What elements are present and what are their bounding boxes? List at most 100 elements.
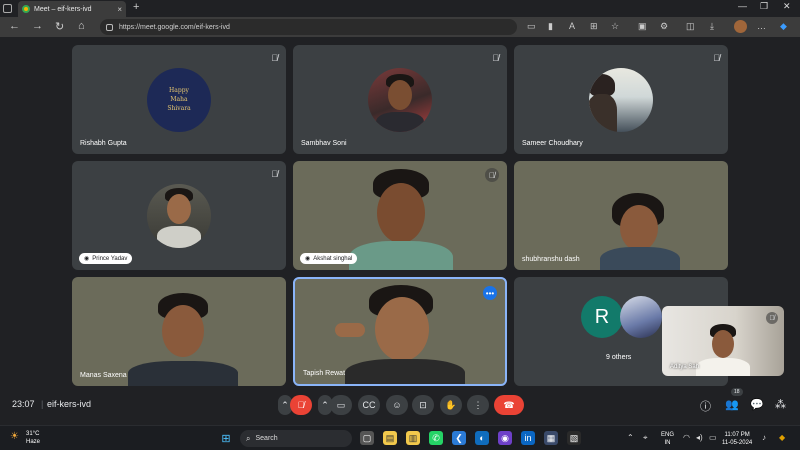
translate-icon[interactable]: ⊞ [590,21,598,32]
date: 11-05-2024 [722,440,753,446]
folder-icon[interactable]: ▥ [406,431,420,445]
weather-condition: Haze [26,439,41,445]
address-bar[interactable]: https://meet.google.com/eif-kers-ivd [100,19,517,35]
profile-avatar[interactable] [734,20,747,33]
edge-icon[interactable]: ◐ [475,431,489,445]
browser-tab-meet[interactable]: Meet – eif-kers-ivd × [18,1,126,17]
vscode-icon[interactable]: ❮ [452,431,466,445]
avatar: R [581,296,623,338]
github-icon[interactable]: ◉ [498,431,512,445]
participants-count-badge: 18 [731,388,743,396]
participant-tile[interactable]: 🎙̸ ◉ Akshat singhal [293,161,507,270]
start-icon[interactable]: ⊞ [219,431,233,445]
pin-icon: ◉ [305,256,311,262]
task-view-icon[interactable]: ▢ [360,431,374,445]
emoji-icon[interactable]: ☺ [386,395,408,415]
mute-tab-icon[interactable]: ▮ [548,21,553,32]
back-icon[interactable]: ← [9,20,20,32]
app-icon[interactable]: ▧ [567,431,581,445]
pin-icon: ◉ [84,256,90,262]
split-screen-icon[interactable]: ◫ [686,21,695,32]
time: 11:07 PM [724,432,750,438]
avatar [147,183,211,248]
captions-icon[interactable]: CC [358,395,380,415]
browser-tab-bar: Meet – eif-kers-ivd × + — ❐ ✕ [0,0,800,17]
mic-off-icon: 🎙̸ [271,169,278,179]
lock-icon[interactable] [106,23,113,31]
home-icon[interactable]: ⌂ [78,20,85,32]
self-view-tile[interactable]: 🎙̸ Aditya Sah [662,306,784,376]
participant-tile[interactable]: Manas Saxena [72,277,286,386]
maximize-icon[interactable]: ❐ [760,1,768,12]
wifi-icon[interactable]: ◠ [683,433,690,442]
avatar [368,67,432,132]
location-icon[interactable]: ⌖ [643,433,648,443]
file-explorer-icon[interactable]: ▤ [383,431,397,445]
participant-name-pill: ◉ Akshat singhal [300,253,358,264]
extensions-icon[interactable]: ▣ [638,21,647,32]
mic-off-icon[interactable]: 🎙̸ [290,395,312,415]
more-options-icon[interactable]: ⋮ [467,395,489,415]
new-tab-button[interactable]: + [133,1,139,13]
minimize-icon[interactable]: — [738,1,747,11]
search-icon: ⌕ [246,433,251,443]
volume-icon[interactable]: ◂) [696,433,703,442]
url-text[interactable]: https://meet.google.com/eif-kers-ivd [119,24,230,31]
people-icon[interactable]: 👥 [725,398,739,411]
language-bottom: IN [664,440,671,446]
language-indicator[interactable]: ENG IN [661,431,674,447]
notification-bell-icon[interactable]: ♪ [762,433,766,442]
avatar [589,67,653,132]
avatar: Happy Maha Shivara [147,67,211,132]
clock-widget[interactable]: 11:07 PM 11-05-2024 [722,431,752,447]
meeting-clock: 23:07 [12,399,35,409]
more-options-button[interactable]: ••• [483,286,497,300]
download-icon[interactable]: ⤓ [710,21,714,32]
participant-tile[interactable]: 🎙̸ Happy Maha Shivara Rishabh Gupta [72,45,286,154]
present-icon[interactable]: ⊡ [412,395,434,415]
battery-icon[interactable]: ▭ [709,433,717,442]
copilot-icon[interactable]: ◆ [780,21,787,32]
more-icon[interactable]: … [757,21,766,31]
participant-name: Aditya Sah [670,364,700,370]
refresh-icon[interactable]: ↻ [55,20,64,33]
leave-call-button[interactable]: ☎ [494,395,524,415]
mic-off-icon: 🎙̸ [766,312,778,324]
participant-name: Akshat singhal [313,255,353,262]
activities-icon[interactable]: ⁂ [775,398,786,411]
participant-tile[interactable]: 🎙̸ ◉ Prince Yadav [72,161,286,270]
camera-icon[interactable]: ▭ [527,21,536,32]
close-window-icon[interactable]: ✕ [783,1,791,12]
participant-tile[interactable]: 🎙̸ Sameer Choudhary [514,45,728,154]
mic-off-icon: 🎙̸ [485,168,499,182]
meeting-code: eif-kers-ivd [47,399,92,409]
store-icon[interactable]: ▦ [544,431,558,445]
meet-control-bar: 23:07 | eif-kers-ivd ⌃ 🎙̸ ⌃ ▭ CC ☺ ⊡ ✋ ⋮… [0,390,800,420]
avatar-text: Shivara [167,105,191,112]
participant-tile[interactable]: 🎙̸ Sambhav Soni [293,45,507,154]
forward-icon[interactable]: → [32,20,43,32]
participant-tile[interactable]: shubhranshu dash [514,161,728,270]
read-aloud-icon[interactable]: A [569,21,575,31]
favorite-icon[interactable]: ☆ [611,21,619,32]
linkedin-icon[interactable]: in [521,431,535,445]
tray-overflow-icon[interactable]: ⌃ [627,433,634,442]
raise-hand-icon[interactable]: ✋ [440,395,462,415]
participant-tile[interactable]: ••• Tapish Rewat [293,277,507,386]
language-top: ENG [661,432,675,438]
participant-name: Prince Yadav [92,255,128,262]
weather-widget[interactable]: 31°C Haze [26,430,40,446]
taskbar-search[interactable]: ⌕ Search [240,430,352,447]
search-placeholder: Search [255,435,278,442]
whatsapp-icon[interactable]: ✆ [429,431,443,445]
settings-icon[interactable]: ⚙ [660,21,668,32]
chat-icon[interactable]: 💬 [750,398,764,411]
weather-icon[interactable]: ☀ [10,431,19,442]
tab-close-icon[interactable]: × [117,5,122,14]
participant-name: Sambhav Soni [301,140,347,147]
meeting-info-icon[interactable]: ⓘ [700,398,711,414]
camera-toggle-icon[interactable]: ▭ [330,395,352,415]
copilot-taskbar-icon[interactable]: ◆ [779,433,785,442]
workspaces-icon[interactable] [3,4,12,13]
tab-title: Meet – eif-kers-ivd [34,5,92,13]
